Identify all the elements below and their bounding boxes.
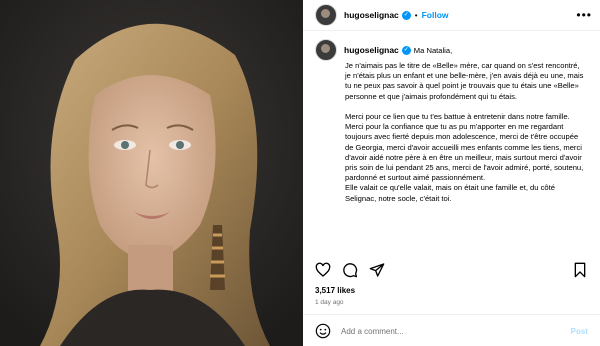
caption-header: hugoselignac ✓ Ma Natalia, xyxy=(315,39,586,61)
post-side-panel: hugoselignac ✓ • Follow ••• hugoselignac… xyxy=(303,0,600,346)
comment-icon[interactable] xyxy=(342,262,358,278)
caption-username[interactable]: hugoselignac xyxy=(344,45,399,55)
instagram-post: hugoselignac ✓ • Follow ••• hugoselignac… xyxy=(0,0,600,346)
caption-section[interactable]: hugoselignac ✓ Ma Natalia, Je n'aimais p… xyxy=(303,31,600,256)
caption-verified-icon: ✓ xyxy=(401,45,411,55)
divider xyxy=(303,314,600,315)
caption-text: Je n'aimais pas le titre de «Belle» mère… xyxy=(345,61,584,203)
post-photo[interactable] xyxy=(0,0,303,346)
comment-input[interactable] xyxy=(339,325,571,337)
post-button[interactable]: Post xyxy=(571,327,588,336)
action-bar xyxy=(315,261,588,279)
post-timestamp[interactable]: 1 day ago xyxy=(315,299,344,306)
heart-icon[interactable] xyxy=(315,262,331,278)
portrait-image xyxy=(0,0,303,346)
more-horizontal-icon[interactable]: ••• xyxy=(576,9,592,21)
follow-button[interactable]: Follow xyxy=(422,10,449,20)
emoji-icon[interactable] xyxy=(315,323,331,339)
comment-bar: Post xyxy=(315,320,588,342)
caption-avatar[interactable] xyxy=(315,39,337,61)
verified-badge-icon: ✓ xyxy=(401,10,411,20)
scroll-fade xyxy=(303,242,600,256)
separator-dot: • xyxy=(414,10,418,20)
post-header: hugoselignac ✓ • Follow ••• xyxy=(303,0,600,31)
share-icon[interactable] xyxy=(369,262,385,278)
bookmark-icon[interactable] xyxy=(572,262,588,278)
like-count[interactable]: 3,517 likes xyxy=(315,286,355,295)
header-username[interactable]: hugoselignac xyxy=(344,10,399,20)
caption-greeting: Ma Natalia, xyxy=(413,45,453,55)
avatar[interactable] xyxy=(315,4,337,26)
